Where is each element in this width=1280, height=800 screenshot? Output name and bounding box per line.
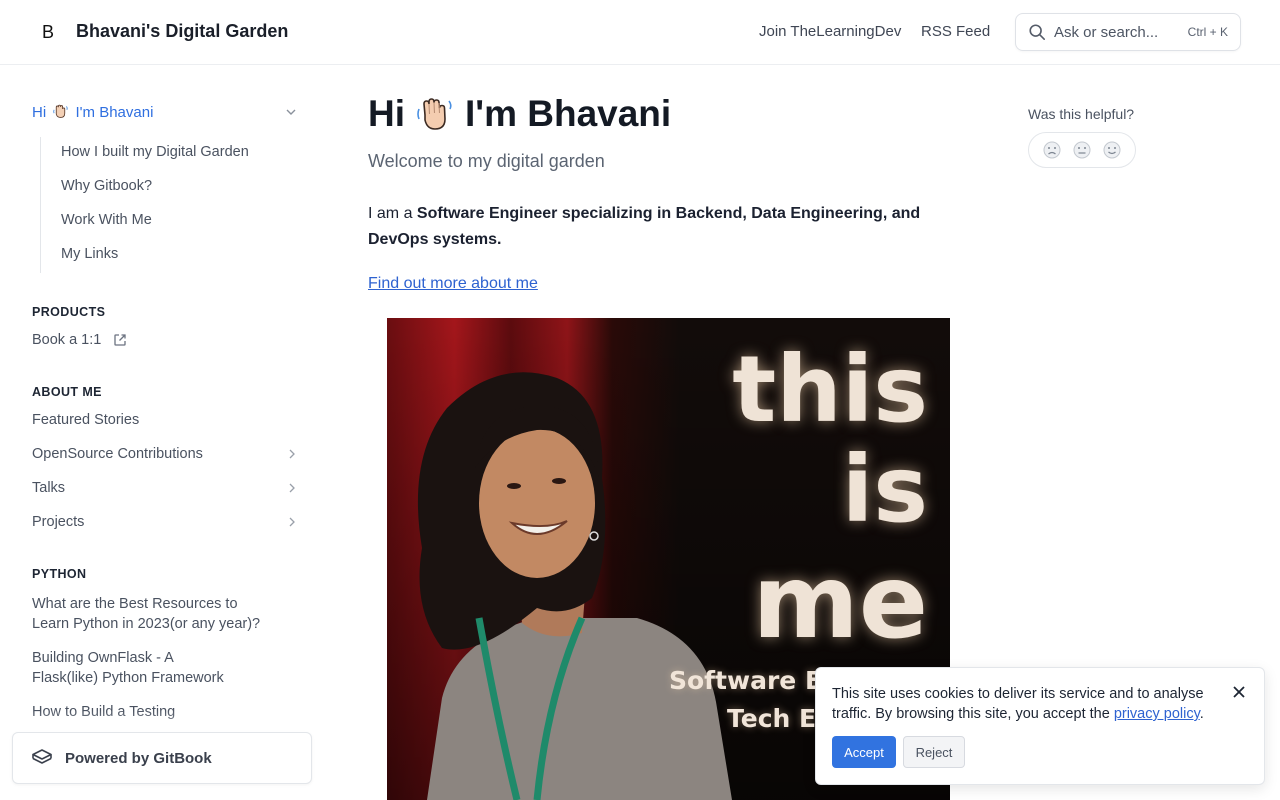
helpful-label: Was this helpful? [1028,106,1135,122]
sidebar-item-opensource-contributions[interactable]: OpenSource Contributions [32,446,298,462]
find-out-more-link[interactable]: Find out more about me [368,275,538,293]
sidebar-item-label: Talks [32,480,66,496]
sidebar-item-my-links[interactable]: My Links [61,239,249,273]
neutral-face-icon[interactable] [1072,140,1092,160]
sidebar-item-featured-stories[interactable]: Featured Stories [32,412,298,428]
sidebar-item-work-with-me[interactable]: Work With Me [61,205,249,239]
gitbook-icon [32,749,52,764]
helpful-rating [1028,132,1136,168]
cookie-banner: This site uses cookies to deliver its se… [815,667,1265,785]
sidebar-item-why-gitbook[interactable]: Why Gitbook? [61,171,249,205]
page-title-text: I'm Bhavani [465,93,672,134]
sidebar-item-best-resources-python[interactable]: What are the Best Resources to Learn Pyt… [32,594,272,634]
search-shortcut: Ctrl + K [1187,25,1228,39]
reject-cookies-button[interactable]: Reject [903,736,965,768]
waving-hand-icon [417,98,452,130]
sidebar-item-book-a-1-1[interactable]: Book a 1:1 [32,332,298,348]
cookie-message: This site uses cookies to deliver its se… [832,684,1232,724]
sidebar-item-im-bhavani[interactable]: Hi I'm Bhavani [32,103,298,121]
sidebar-item-label: OpenSource Contributions [32,446,203,462]
intro-lead: I am a [368,205,413,222]
sidebar-item-label: What are the Best Resources to Learn Pyt… [32,596,261,632]
page-title: Hi I'm Bhavani [368,93,671,135]
sidebar-item-label: Projects [32,514,85,530]
page-subtitle: Welcome to my digital garden [368,151,605,171]
cookie-text-end: . [1199,706,1204,722]
photo-text-me: me [752,543,928,662]
nav-link-rss-feed[interactable]: RSS Feed [921,23,990,40]
sidebar-item-talks[interactable]: Talks [32,480,298,496]
photo-caption-line1: Software E [669,666,823,695]
sidebar-item-label: Featured Stories [32,412,140,428]
sidebar-subpage-list: How I built my Digital Garden Why Gitboo… [40,137,249,273]
chevron-right-icon[interactable] [286,448,298,460]
sad-face-icon[interactable] [1042,140,1062,160]
intro-paragraph: I am a Software Engineer specializing in… [368,201,948,253]
photo-text-is: is [841,436,928,543]
search-icon [1029,24,1046,41]
photo-caption-line2: Tech E [727,704,817,733]
sidebar-section-about-me: ABOUT ME [32,385,102,399]
search-input[interactable]: Ask or search... Ctrl + K [1015,13,1241,51]
site-title[interactable]: Bhavani's Digital Garden [76,21,288,42]
sidebar-item-building-ownflask[interactable]: Building OwnFlask - A Flask(like) Python… [32,648,242,688]
sidebar-item-label: Building OwnFlask - A Flask(like) Python… [32,650,224,686]
powered-by-gitbook[interactable]: Powered by GitBook [12,732,312,784]
sidebar-item-how-i-built[interactable]: How I built my Digital Garden [61,137,249,171]
sidebar-item-label: Book a 1:1 [32,332,102,348]
site-header: B Bhavani's Digital Garden Join TheLearn… [0,0,1280,65]
sidebar-active-label: I'm Bhavani [75,104,154,121]
intro-bold: Software Engineer specializing in Backen… [368,205,921,248]
chevron-right-icon[interactable] [286,516,298,528]
external-link-icon [114,334,126,346]
search-placeholder: Ask or search... [1054,23,1159,41]
powered-by-label: Powered by GitBook [65,749,212,767]
sidebar-item-label: Hi I'm Bhavani [32,103,284,121]
privacy-policy-link[interactable]: privacy policy [1114,706,1200,722]
page-title-prefix: Hi [368,93,405,134]
sidebar: Hi I'm Bhavani How I built my Digital Ga… [0,65,330,800]
close-icon[interactable] [1231,684,1247,700]
waving-hand-icon [53,104,68,118]
happy-face-icon[interactable] [1102,140,1122,160]
sidebar-section-python: PYTHON [32,567,87,581]
sidebar-item-projects[interactable]: Projects [32,514,298,530]
sidebar-active-prefix: Hi [32,104,47,121]
chevron-down-icon[interactable] [284,105,298,119]
accept-cookies-button[interactable]: Accept [832,736,896,768]
site-logo[interactable]: B [36,20,60,44]
chevron-right-icon[interactable] [286,482,298,494]
nav-link-join-thelearningdev[interactable]: Join TheLearningDev [759,23,901,40]
photo-text-this: this [732,336,928,443]
sidebar-section-products: PRODUCTS [32,305,106,319]
